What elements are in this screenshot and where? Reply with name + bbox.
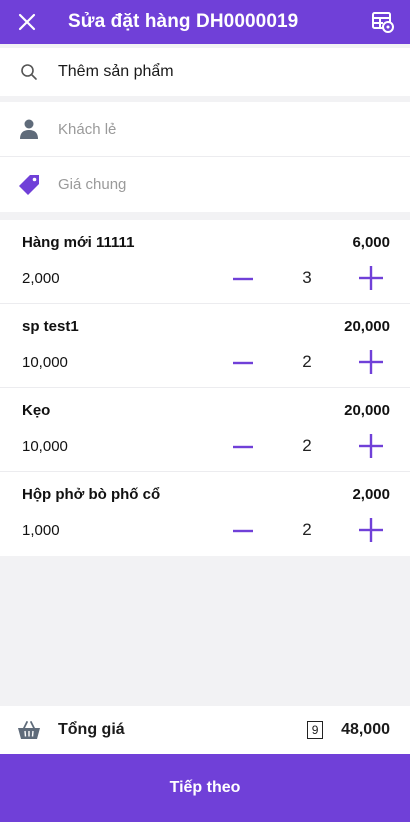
item-quantity[interactable]: 2 — [290, 520, 324, 540]
next-button[interactable]: Tiếp theo — [0, 754, 410, 822]
item-total: 20,000 — [344, 318, 390, 335]
item-price[interactable]: 10,000 — [22, 438, 68, 455]
plus-icon — [359, 434, 383, 458]
increase-quantity-button[interactable] — [355, 346, 387, 378]
minus-icon — [233, 529, 253, 533]
search-placeholder: Thêm sản phẩm — [58, 63, 174, 80]
item-price[interactable]: 10,000 — [22, 354, 68, 371]
order-items-list: Hàng mới 11111 6,000 2,000 3 sp test1 20… — [0, 220, 410, 556]
item-name: sp test1 — [22, 318, 79, 335]
minus-icon — [233, 361, 253, 365]
item-name: Hàng mới 11111 — [22, 234, 135, 251]
plus-icon — [359, 266, 383, 290]
item-price[interactable]: 2,000 — [22, 270, 60, 287]
plus-icon — [359, 518, 383, 542]
item-price[interactable]: 1,000 — [22, 522, 60, 539]
add-product-search[interactable]: Thêm sản phẩm — [0, 48, 410, 96]
person-icon — [20, 119, 38, 139]
item-quantity[interactable]: 2 — [290, 352, 324, 372]
close-icon — [18, 13, 36, 31]
item-total: 2,000 — [352, 486, 390, 503]
page-title: Sửa đặt hàng DH0000019 — [68, 11, 299, 32]
increase-quantity-button[interactable] — [355, 430, 387, 462]
total-amount: 48,000 — [341, 721, 390, 738]
price-list-label: Giá chung — [58, 176, 127, 193]
customer-label: Khách lẻ — [58, 120, 117, 138]
item-name: Kẹo — [22, 402, 51, 419]
decrease-quantity-button[interactable] — [228, 264, 258, 294]
decrease-quantity-button[interactable] — [228, 348, 258, 378]
plus-icon — [359, 350, 383, 374]
price-tag-icon — [19, 174, 39, 195]
list-item[interactable]: Kẹo 20,000 10,000 2 — [0, 388, 410, 472]
item-total: 20,000 — [344, 402, 390, 419]
increase-quantity-button[interactable] — [355, 262, 387, 294]
search-icon — [21, 64, 37, 80]
list-item[interactable]: Hàng mới 11111 6,000 2,000 3 — [0, 220, 410, 304]
table-settings-icon — [372, 12, 394, 33]
decrease-quantity-button[interactable] — [228, 432, 258, 462]
total-label: Tổng giá — [58, 721, 125, 738]
basket-icon — [18, 721, 40, 739]
minus-icon — [233, 277, 253, 281]
increase-quantity-button[interactable] — [355, 514, 387, 546]
app-header: Sửa đặt hàng DH0000019 — [0, 0, 410, 44]
list-item[interactable]: Hộp phở bò phố cổ 2,000 1,000 2 — [0, 472, 410, 556]
item-quantity[interactable]: 2 — [290, 436, 324, 456]
minus-icon — [233, 445, 253, 449]
decrease-quantity-button[interactable] — [228, 516, 258, 546]
item-total: 6,000 — [352, 234, 390, 251]
order-summary: Tổng giá 9 48,000 — [0, 706, 410, 754]
list-item[interactable]: sp test1 20,000 10,000 2 — [0, 304, 410, 388]
item-name: Hộp phở bò phố cổ — [22, 486, 161, 503]
item-quantity[interactable]: 3 — [290, 268, 324, 288]
item-count-badge: 9 — [307, 721, 324, 739]
price-list-selector[interactable]: Giá chung — [0, 157, 410, 212]
table-settings-button[interactable] — [356, 0, 410, 44]
customer-selector[interactable]: Khách lẻ — [0, 102, 410, 157]
close-button[interactable] — [0, 0, 54, 44]
order-info-section: Khách lẻ Giá chung — [0, 102, 410, 212]
